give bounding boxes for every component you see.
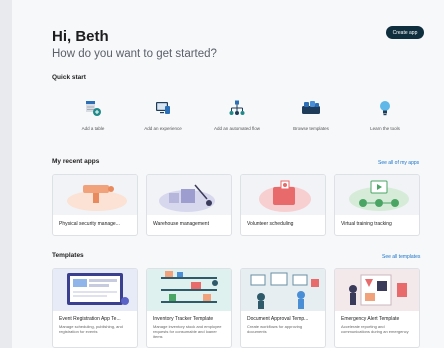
greeting-title: Hi, Beth — [52, 28, 109, 45]
quick-start-label: Add an experience — [144, 126, 182, 131]
quick-start-add-flow[interactable]: Add an automated flow — [202, 98, 272, 138]
lightbulb-icon — [375, 98, 395, 118]
template-thumbnail — [335, 269, 419, 311]
quick-start-title: Quick start — [52, 74, 86, 81]
flow-icon — [227, 98, 247, 118]
app-thumbnail — [53, 175, 137, 215]
quick-start-label: Learn the tools — [370, 126, 400, 131]
app-card-warehouse[interactable]: Warehouse management — [146, 174, 232, 236]
quick-start-learn-tools[interactable]: Learn the tools — [350, 98, 420, 138]
template-card-emergency-alert[interactable]: Emergency Alert Template Accelerate repo… — [334, 268, 420, 348]
app-thumbnail — [241, 175, 325, 215]
template-name: Document Approval Temp... — [247, 316, 309, 322]
app-card-volunteer[interactable]: Volunteer scheduling — [240, 174, 326, 236]
create-app-button[interactable]: Create app — [386, 26, 424, 39]
home-page: Hi, Beth How do you want to get started?… — [0, 0, 444, 348]
template-description: Manage scheduling, publishing, and regis… — [59, 324, 123, 334]
template-thumbnail — [147, 269, 231, 311]
app-card-virtual-training[interactable]: Virtual training tracking — [334, 174, 420, 236]
template-description: Accelerate reporting and communications … — [341, 324, 409, 334]
quick-start-browse-templates[interactable]: Browse templates — [276, 98, 346, 138]
see-all-templates-link[interactable]: See all templates — [382, 254, 420, 260]
templates-title: Templates — [52, 252, 84, 259]
see-all-apps-link[interactable]: See all of my apps — [378, 160, 419, 166]
recent-apps-title: My recent apps — [52, 158, 100, 165]
app-card-physical-security[interactable]: Physical security manage... — [52, 174, 138, 236]
template-card-event-registration[interactable]: Event Registration App Te... Manage sche… — [52, 268, 138, 348]
app-name: Volunteer scheduling — [247, 221, 294, 227]
experience-icon — [153, 98, 173, 118]
template-thumbnail — [53, 269, 137, 311]
template-description: Manage inventory stock and employee requ… — [153, 324, 222, 339]
app-thumbnail — [335, 175, 419, 215]
template-name: Inventory Tracker Template — [153, 316, 214, 322]
app-name: Physical security manage... — [59, 221, 120, 227]
template-card-document-approval[interactable]: Document Approval Temp... Create workflo… — [240, 268, 326, 348]
app-thumbnail — [147, 175, 231, 215]
template-name: Event Registration App Te... — [59, 316, 121, 322]
template-card-inventory-tracker[interactable]: Inventory Tracker Template Manage invent… — [146, 268, 232, 348]
quick-start-add-experience[interactable]: Add an experience — [128, 98, 198, 138]
table-add-icon — [83, 98, 103, 118]
greeting-subtitle: How do you want to get started? — [52, 48, 217, 60]
quick-start-label: Add an automated flow — [213, 126, 261, 131]
app-name: Warehouse management — [153, 221, 209, 227]
quick-start-add-table[interactable]: Add a table — [58, 98, 128, 138]
templates-icon — [301, 98, 321, 118]
quick-start-label: Browse templates — [293, 126, 329, 131]
quick-start-label: Add a table — [81, 126, 105, 131]
template-description: Create workflows for approving documents — [247, 324, 303, 334]
template-name: Emergency Alert Template — [341, 316, 400, 322]
template-thumbnail — [241, 269, 325, 311]
app-name: Virtual training tracking — [341, 221, 392, 227]
